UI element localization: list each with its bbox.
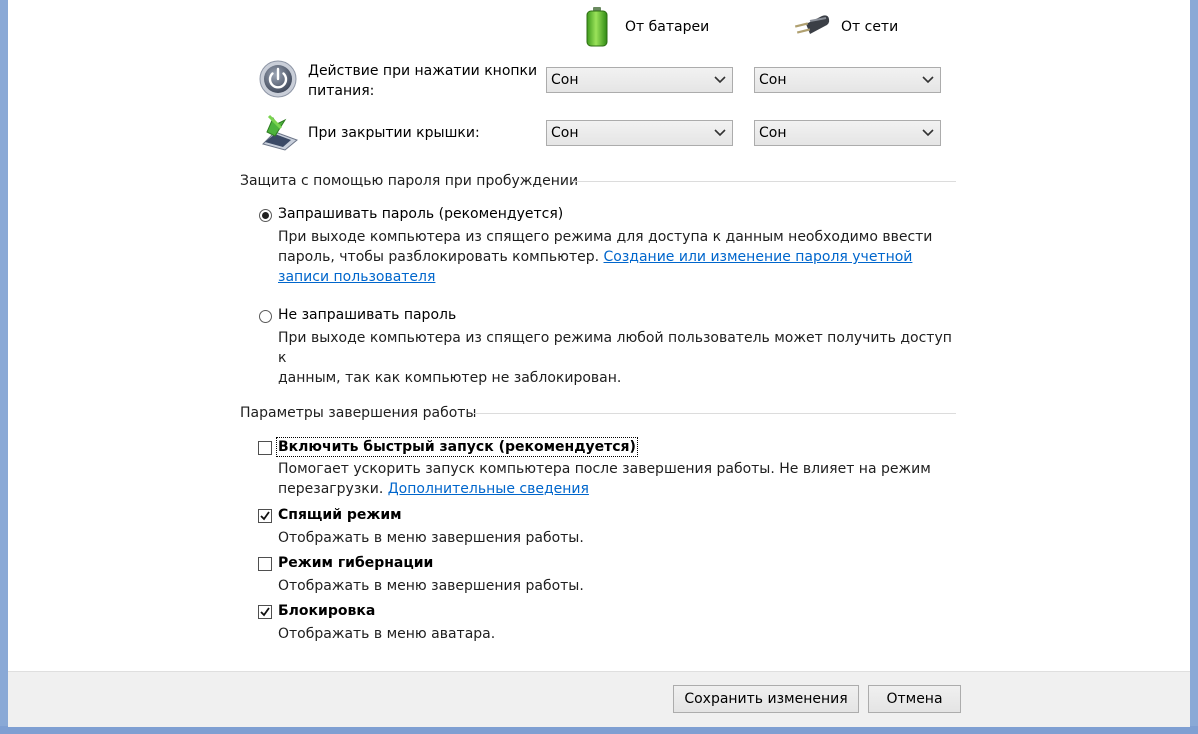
require-password-desc-text: пароль, чтобы разблокировать компьютер. xyxy=(278,249,604,265)
require-password-desc-line2: пароль, чтобы разблокировать компьютер. … xyxy=(278,247,958,267)
power-button-battery-select[interactable]: Сон xyxy=(546,67,733,93)
lid-close-ac-value: Сон xyxy=(759,125,787,141)
checkmark-icon xyxy=(260,511,270,521)
require-password-desc-line1: При выходе компьютера из спящего режима … xyxy=(278,229,933,245)
no-password-radio[interactable] xyxy=(259,310,272,323)
change-password-link[interactable]: Создание или изменение пароля учетной xyxy=(604,249,913,265)
power-button-label: Действие при нажатии кнопки питания: xyxy=(308,61,538,101)
lock-checkbox[interactable] xyxy=(258,605,272,619)
power-button-label-line1: Действие при нажатии кнопки xyxy=(308,63,538,79)
require-password-label[interactable]: Запрашивать пароль (рекомендуется) xyxy=(278,206,563,222)
hibernate-checkbox[interactable] xyxy=(258,557,272,571)
no-password-desc-line1: При выходе компьютера из спящего режима … xyxy=(278,330,952,366)
chevron-down-icon xyxy=(922,129,934,137)
checkmark-icon xyxy=(260,607,270,617)
power-button-ac-select[interactable]: Сон xyxy=(754,67,941,93)
sleep-checkbox[interactable] xyxy=(258,509,272,523)
chevron-down-icon xyxy=(922,76,934,84)
lock-label[interactable]: Блокировка xyxy=(278,603,375,619)
laptop-lid-icon xyxy=(262,114,298,151)
sleep-description: Отображать в меню завершения работы. xyxy=(278,530,584,546)
no-password-label[interactable]: Не запрашивать пароль xyxy=(278,307,456,323)
battery-column-label: От батареи xyxy=(625,19,710,35)
require-password-description: При выходе компьютера из спящего режима … xyxy=(278,227,958,287)
power-button-battery-value: Сон xyxy=(551,72,579,88)
no-password-desc-line2: данным, так как компьютер не заблокирова… xyxy=(278,370,622,386)
lock-description: Отображать в меню аватара. xyxy=(278,626,496,642)
shutdown-section-title: Параметры завершения работы xyxy=(240,405,477,421)
fast-startup-desc-line2: перезагрузки. Дополнительные сведения xyxy=(278,479,958,499)
dialog-footer: Сохранить изменения Отмена xyxy=(8,671,1190,727)
power-button-icon xyxy=(259,60,297,98)
password-section-divider xyxy=(572,181,956,182)
shutdown-section-divider xyxy=(474,413,956,414)
ac-column-label: От сети xyxy=(841,19,899,35)
change-password-link-cont[interactable]: записи пользователя xyxy=(278,269,435,285)
more-info-link[interactable]: Дополнительные сведения xyxy=(388,481,589,497)
hibernate-description: Отображать в меню завершения работы. xyxy=(278,578,584,594)
fast-startup-desc-text: перезагрузки. xyxy=(278,481,388,497)
save-changes-button[interactable]: Сохранить изменения xyxy=(673,685,859,713)
window-frame-bottom xyxy=(0,726,1198,734)
power-plug-icon xyxy=(794,15,830,34)
fast-startup-label[interactable]: Включить быстрый запуск (рекомендуется) xyxy=(276,437,638,457)
chevron-down-icon xyxy=(714,129,726,137)
hibernate-label[interactable]: Режим гибернации xyxy=(278,555,433,571)
window-frame-right xyxy=(1190,0,1198,734)
lid-close-label: При закрытии крышки: xyxy=(308,125,480,141)
fast-startup-desc-line1: Помогает ускорить запуск компьютера посл… xyxy=(278,461,931,477)
cancel-button[interactable]: Отмена xyxy=(868,685,961,713)
lid-close-battery-value: Сон xyxy=(551,125,579,141)
radio-selected-dot xyxy=(262,212,269,219)
require-password-radio[interactable] xyxy=(259,209,272,222)
password-section-title: Защита с помощью пароля при пробуждении xyxy=(240,173,579,189)
lid-close-battery-select[interactable]: Сон xyxy=(546,120,733,146)
power-button-label-line2: питания: xyxy=(308,83,375,99)
no-password-description: При выходе компьютера из спящего режима … xyxy=(278,328,958,388)
window-frame-left xyxy=(0,0,8,734)
fast-startup-checkbox[interactable] xyxy=(258,441,272,455)
battery-icon xyxy=(586,7,608,47)
sleep-label[interactable]: Спящий режим xyxy=(278,507,402,523)
lid-close-ac-select[interactable]: Сон xyxy=(754,120,941,146)
chevron-down-icon xyxy=(714,76,726,84)
require-password-desc-line3: записи пользователя xyxy=(278,267,958,287)
power-button-ac-value: Сон xyxy=(759,72,787,88)
fast-startup-description: Помогает ускорить запуск компьютера посл… xyxy=(278,459,958,499)
